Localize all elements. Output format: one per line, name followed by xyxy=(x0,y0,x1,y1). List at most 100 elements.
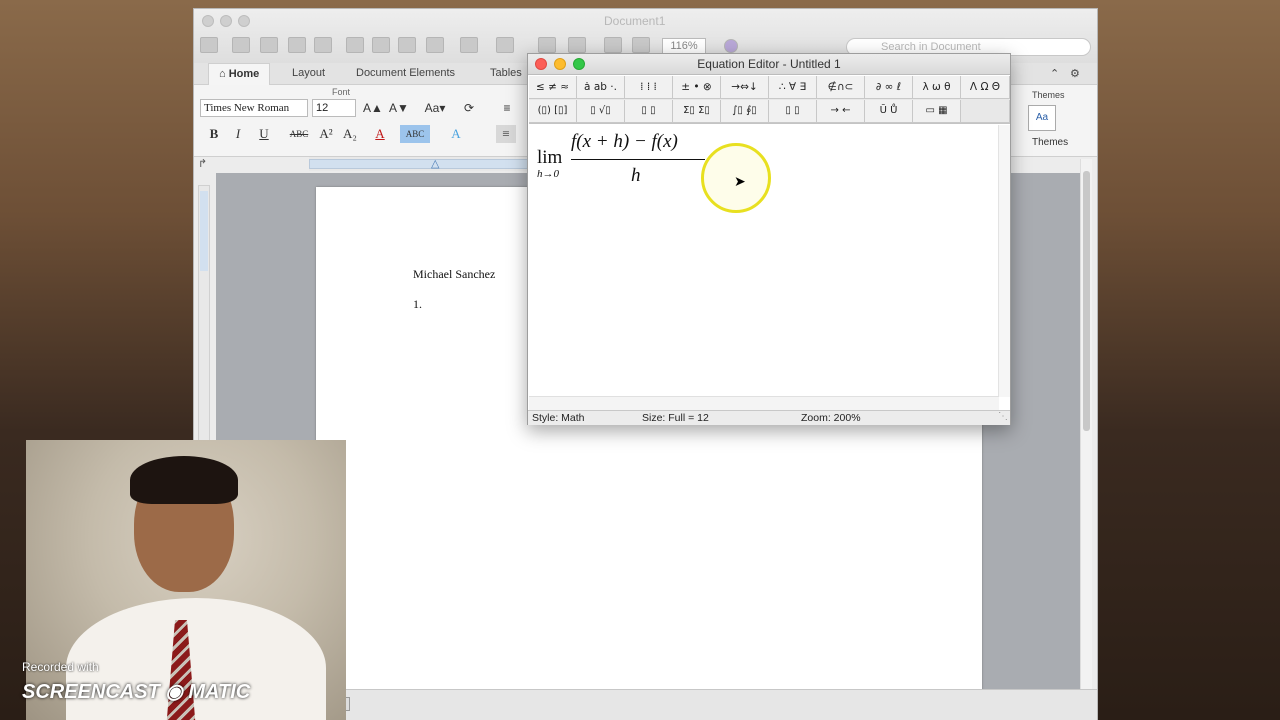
change-case-button[interactable]: Aa▾ xyxy=(420,99,450,117)
undo-icon[interactable] xyxy=(460,37,478,53)
resize-grip-icon[interactable]: ⋱ xyxy=(998,411,1008,422)
sidebar-icon[interactable] xyxy=(568,37,586,53)
word-window-title: Document1 xyxy=(604,14,666,28)
equation-editor-title: Equation Editor - Untitled 1 xyxy=(697,57,841,71)
underbar-overbar-templates-button[interactable]: ▯ ▯ xyxy=(769,100,817,123)
integral-templates-button[interactable]: ∫▯ ∮▯ xyxy=(721,100,769,123)
equation-editor-window: Equation Editor - Untitled 1 ≤ ≠ ≈ ȧ ab … xyxy=(527,53,1011,425)
tab-layout[interactable]: Layout xyxy=(292,67,325,79)
superscript-button[interactable]: A² xyxy=(316,125,336,143)
redo-icon[interactable] xyxy=(496,37,514,53)
fraction-numerator[interactable]: f(x + h) − f(x) xyxy=(571,131,678,153)
limit-subscript: h→0 xyxy=(537,168,559,180)
zoom-field[interactable]: 116% xyxy=(662,38,706,54)
clear-formatting-icon[interactable]: ⟳ xyxy=(458,99,480,117)
style-status: Style: Math xyxy=(532,412,585,424)
tab-document-elements[interactable]: Document Elements xyxy=(356,67,455,79)
palette-empty-slot xyxy=(961,100,1010,123)
equation-editor-titlebar[interactable]: Equation Editor - Untitled 1 xyxy=(528,54,1010,75)
collapse-ribbon-icon[interactable]: ⌃ xyxy=(1050,67,1059,80)
font-color-button[interactable]: A xyxy=(370,125,390,143)
logical-symbols-button[interactable]: ∴ ∀ ∃ xyxy=(769,76,817,99)
subscript-superscript-templates-button[interactable]: ▯ ▯ xyxy=(625,100,673,123)
show-formatting-icon[interactable] xyxy=(538,37,556,53)
word-close-button[interactable] xyxy=(202,15,214,27)
word-zoom-button[interactable] xyxy=(238,15,250,27)
subscript-button[interactable]: A₂ xyxy=(340,125,360,143)
open-icon[interactable] xyxy=(260,37,278,53)
fraction-denominator[interactable]: h xyxy=(631,165,641,187)
font-size-select[interactable]: 12 xyxy=(312,99,356,117)
settings-gear-icon[interactable]: ⚙ xyxy=(1070,67,1080,80)
shrink-font-button[interactable]: A▼ xyxy=(388,99,410,117)
fence-templates-button[interactable]: (▯) [▯] xyxy=(529,100,577,123)
print-icon[interactable] xyxy=(314,37,332,53)
equation-horizontal-scrollbar[interactable] xyxy=(529,396,999,410)
screencast-o-matic-logo: SCREENCAST ◉ MATIC xyxy=(22,681,251,703)
text-effects-button[interactable]: A xyxy=(446,125,466,143)
arrow-symbols-button[interactable]: →⇔↓ xyxy=(721,76,769,99)
vertical-ruler[interactable] xyxy=(198,185,210,445)
zoom-status: Zoom: 200% xyxy=(801,412,861,424)
new-doc-icon[interactable] xyxy=(200,37,218,53)
word-minimize-button[interactable] xyxy=(220,15,232,27)
size-status: Size: Full = 12 xyxy=(642,412,709,424)
strikethrough-button[interactable]: ABC xyxy=(286,125,312,143)
themes-group-label: Themes xyxy=(1032,90,1065,100)
symbol-palette: ≤ ≠ ≈ ȧ ab ·. ⁞ ⁞ ⁞ ± • ⊗ →⇔↓ ∴ ∀ ∃ ∉∩⊂ … xyxy=(529,76,1010,124)
tab-stop-selector[interactable]: ↱ xyxy=(198,157,207,170)
products-set-templates-button[interactable]: Ū Ů xyxy=(865,100,913,123)
tab-home-label: Home xyxy=(228,68,260,80)
matrix-templates-button[interactable]: ▭ ▦ xyxy=(913,100,961,123)
highlight-button[interactable]: ABC xyxy=(400,125,430,143)
embellishments-button[interactable]: ⁞ ⁞ ⁞ xyxy=(625,76,673,99)
copy-icon[interactable] xyxy=(372,37,390,53)
equation-zoom-button[interactable] xyxy=(573,58,585,70)
indent-marker[interactable]: △ xyxy=(431,157,439,170)
home-icon: ⌂ xyxy=(219,68,226,80)
help-icon[interactable] xyxy=(724,39,738,53)
fraction-radical-templates-button[interactable]: ▯ √▯ xyxy=(577,100,625,123)
gallery-icon[interactable] xyxy=(632,37,650,53)
font-name-select[interactable]: Times New Roman xyxy=(200,99,308,117)
themes-button[interactable]: Aa xyxy=(1028,105,1056,131)
watermark-recorded-with: Recorded with xyxy=(22,660,99,674)
relational-symbols-button[interactable]: ≤ ≠ ≈ xyxy=(529,76,577,99)
bold-button[interactable]: B xyxy=(204,125,224,143)
equation-status-bar: Style: Math Size: Full = 12 Zoom: 200% ⋱ xyxy=(528,410,1010,425)
scrollbar-thumb[interactable] xyxy=(1083,171,1090,431)
author-name: Michael Sanchez xyxy=(413,267,496,281)
mouse-pointer-icon: ➤ xyxy=(734,173,746,189)
align-left-icon[interactable]: ≡ xyxy=(496,125,516,143)
summation-templates-button[interactable]: Σ▯ Σ▯ xyxy=(673,100,721,123)
document-scrollbar[interactable] xyxy=(1080,159,1092,689)
equation-vertical-scrollbar[interactable] xyxy=(998,125,1010,397)
paste-icon[interactable] xyxy=(398,37,416,53)
grow-font-button[interactable]: A▲ xyxy=(362,99,384,117)
greek-uppercase-button[interactable]: Λ Ω Θ xyxy=(961,76,1010,99)
font-group-label: Font xyxy=(332,87,351,97)
webcam-overlay xyxy=(26,440,346,720)
bullets-icon[interactable]: ≡ xyxy=(496,99,518,117)
save-icon[interactable] xyxy=(288,37,306,53)
equation-canvas[interactable]: lim h→0 f(x + h) − f(x) h ➤ xyxy=(529,125,999,409)
greek-lowercase-button[interactable]: λ ω θ xyxy=(913,76,961,99)
set-theory-symbols-button[interactable]: ∉∩⊂ xyxy=(817,76,865,99)
equation-minimize-button[interactable] xyxy=(554,58,566,70)
labeled-arrow-templates-button[interactable]: → ← xyxy=(817,100,865,123)
cut-icon[interactable] xyxy=(346,37,364,53)
templates-icon[interactable] xyxy=(232,37,250,53)
themes-label: Themes xyxy=(1032,137,1069,148)
equation-close-button[interactable] xyxy=(535,58,547,70)
misc-symbols-button[interactable]: ∂ ∞ ℓ xyxy=(865,76,913,99)
format-painter-icon[interactable] xyxy=(426,37,444,53)
italic-button[interactable]: I xyxy=(228,125,248,143)
tab-tables[interactable]: Tables xyxy=(490,67,522,79)
tab-home[interactable]: ⌂ Home xyxy=(208,63,271,85)
underline-button[interactable]: U xyxy=(254,125,274,143)
operator-symbols-button[interactable]: ± • ⊗ xyxy=(673,76,721,99)
vertical-ruler-text-area xyxy=(200,191,208,271)
list-item-number: 1. xyxy=(413,297,422,311)
spaces-ellipses-button[interactable]: ȧ ab ·. xyxy=(577,76,625,99)
view-icon[interactable] xyxy=(604,37,622,53)
